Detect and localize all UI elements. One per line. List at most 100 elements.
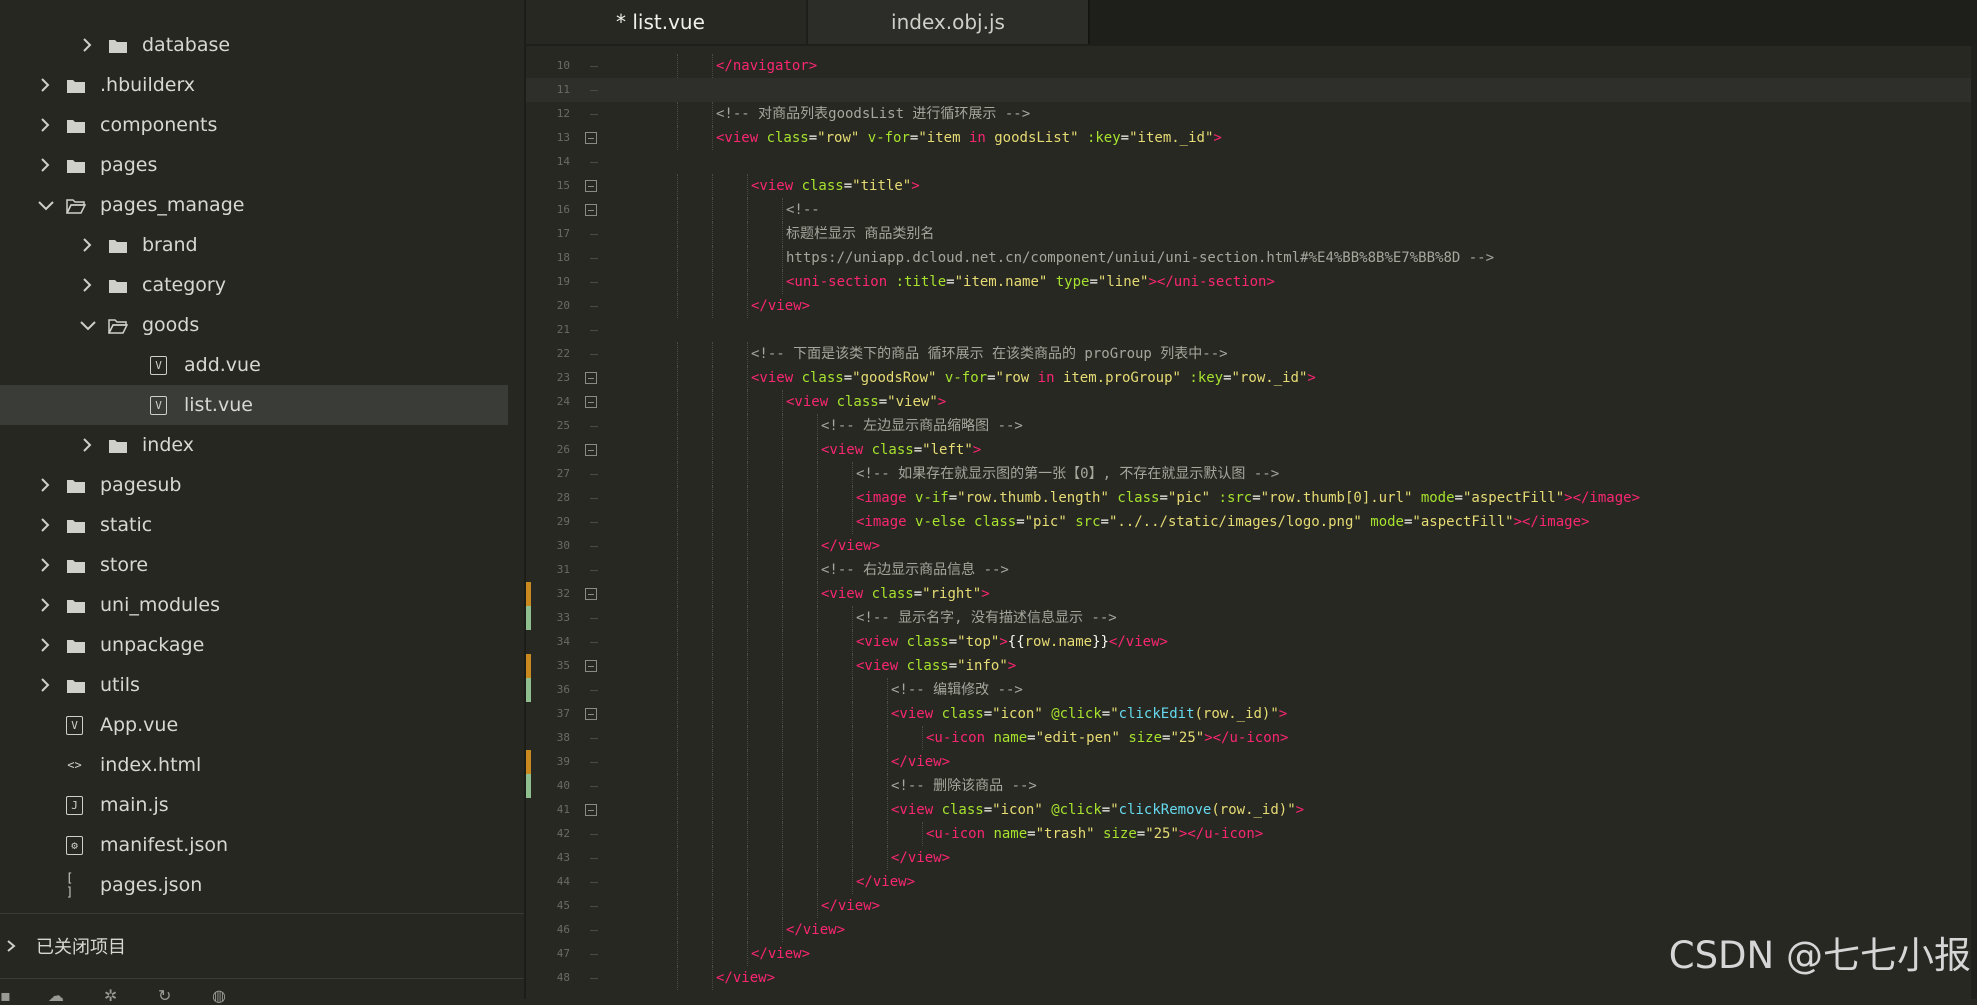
chevron-right-icon[interactable] [38,78,52,92]
tree-item[interactable]: [ ] pages.json [0,865,508,905]
code-line[interactable]: 31 <!-- 右边显示商品信息 --> [526,558,1977,582]
code-line[interactable]: 27 <!-- 如果存在就显示图的第一张【0】, 不存在就显示默认图 --> [526,462,1977,486]
code-line[interactable]: 43 </view> [526,846,1977,870]
tree-item[interactable]: uni_modules [0,585,508,625]
tree-item[interactable]: store [0,545,508,585]
code-line[interactable]: 29 <image v-else class="pic" src="../../s… [526,510,1977,534]
fold-toggle-icon[interactable] [585,204,597,216]
code-line[interactable]: 10 </navigator> [526,54,1977,78]
tree-item[interactable]: database [0,25,508,65]
chevron-right-icon[interactable] [38,478,52,492]
chevron-right-icon[interactable] [38,558,52,572]
tree-item[interactable]: .hbuilderx [0,65,508,105]
code-line[interactable]: 19 <uni-section :title="item.name" type="… [526,270,1977,294]
fold-toggle-icon[interactable] [585,660,597,672]
code-line[interactable]: 17 标题栏显示 商品类别名 [526,222,1977,246]
chevron-right-icon[interactable] [38,118,52,132]
closed-projects-row[interactable]: 已关闭项目 [0,928,126,964]
tree-item[interactable]: index [0,425,508,465]
chevron-down-icon[interactable] [38,198,54,212]
fold-toggle-icon[interactable] [585,132,597,144]
code-line[interactable]: 32 <view class="right"> [526,582,1977,606]
chevron-right-icon[interactable] [38,598,52,612]
cloud-icon[interactable]: ☁ [48,988,70,1004]
code-line[interactable]: 30 </view> [526,534,1977,558]
tree-item[interactable]: Vlist.vue [0,385,508,425]
tree-item[interactable]: brand [0,225,508,265]
code-line[interactable]: 12 <!-- 对商品列表goodsList 进行循环展示 --> [526,102,1977,126]
code-line[interactable]: 26 <view class="left"> [526,438,1977,462]
tab-index-obj-js[interactable]: index.obj.js [808,0,1090,44]
code-line[interactable]: 20 </view> [526,294,1977,318]
chevron-right-icon[interactable] [80,238,94,252]
chevron-right-icon[interactable] [38,518,52,532]
bug-icon[interactable]: ✲ [104,988,126,1004]
code-token: "row [995,370,1038,386]
code-line[interactable]: 38 <u-icon name="edit-pen" size="25"></u-… [526,726,1977,750]
tab-list-vue[interactable]: * list.vue [526,0,806,44]
code-line[interactable]: 11 [526,78,1977,102]
tree-item[interactable]: Jmain.js [0,785,508,825]
chevron-right-icon[interactable] [38,678,52,692]
code-token: type [1055,274,1090,290]
tree-item[interactable]: category [0,265,508,305]
tree-item[interactable]: unpackage [0,625,508,665]
tree-item[interactable]: pages [0,145,508,185]
fold-toggle-icon[interactable] [585,708,597,720]
code-line[interactable]: 34 <view class="top">{{row.name}}</view> [526,630,1977,654]
tree-item[interactable]: <> index.html [0,745,508,785]
chevron-right-icon[interactable] [38,638,52,652]
code-line[interactable]: 36 <!-- 编辑修改 --> [526,678,1977,702]
chevron-right-icon[interactable] [80,278,94,292]
code-line[interactable]: 15 <view class="title"> [526,174,1977,198]
indent-guide [712,294,713,318]
code-line[interactable]: 13 <view class="row" v-for="item in goods… [526,126,1977,150]
tree-item[interactable]: pages_manage [0,185,508,225]
fold-toggle-icon[interactable] [585,588,597,600]
code-line[interactable]: 42 <u-icon name="trash" size="25"></u-ico… [526,822,1977,846]
fold-toggle-icon[interactable] [585,180,597,192]
tree-item[interactable]: goods [0,305,508,345]
code-line[interactable]: 37 <view class="icon" @click="clickEdit(r… [526,702,1977,726]
code-line[interactable]: 22 <!-- 下面是该类下的商品 循环展示 在该类商品的 proGroup 列表… [526,342,1977,366]
tree-item[interactable]: Vadd.vue [0,345,508,385]
fold-toggle-icon[interactable] [585,804,597,816]
code-line[interactable]: 18 https://uniapp.dcloud.net.cn/component… [526,246,1977,270]
closed-projects-label: 已关闭项目 [36,937,126,958]
code-line[interactable]: 41 <view class="icon" @click="clickRemove… [526,798,1977,822]
tree-item[interactable]: pagesub [0,465,508,505]
chevron-down-icon[interactable] [80,318,96,332]
code-line[interactable]: 40 <!-- 删除该商品 --> [526,774,1977,798]
code-token: = [1101,706,1111,722]
code-line[interactable]: 21 [526,318,1977,342]
code-editor[interactable]: 10 </navigator> 11 12 <!-- 对商品列表goodsList 进行… [526,46,1977,999]
tree-item[interactable]: static [0,505,508,545]
code-line[interactable]: 39 </view> [526,750,1977,774]
code-line[interactable]: 23 <view class="goodsRow" v-for="row in i… [526,366,1977,390]
code-token: class [836,394,879,410]
code-line[interactable]: 24 <view class="view"> [526,390,1977,414]
code-line[interactable]: 45 </view> [526,894,1977,918]
panel-icon[interactable]: ▪ [0,988,22,1004]
code-line[interactable]: 35 <view class="info"> [526,654,1977,678]
code-line[interactable]: 28 <image v-if="row.thumb.length" class="… [526,486,1977,510]
code-line[interactable]: 16 <!-- [526,198,1977,222]
tree-item[interactable]: utils [0,665,508,705]
fold-toggle-icon[interactable] [585,396,597,408]
chevron-right-icon[interactable] [80,38,94,52]
code-line[interactable]: 44 </view> [526,870,1977,894]
chevron-right-icon[interactable] [38,158,52,172]
globe-icon[interactable]: ◍ [212,988,234,1004]
editor-scrollbar[interactable] [1971,46,1977,999]
tree-item[interactable]: ⚙ manifest.json [0,825,508,865]
refresh-icon[interactable]: ↻ [158,988,180,1004]
code-line[interactable]: 33 <!-- 显示名字, 没有描述信息显示 --> [526,606,1977,630]
code-line[interactable]: 14 [526,150,1977,174]
chevron-right-icon[interactable] [80,438,94,452]
fold-toggle-icon[interactable] [585,372,597,384]
code-line[interactable]: 25 <!-- 左边显示商品缩略图 --> [526,414,1977,438]
tree-item[interactable]: V App.vue [0,705,508,745]
fold-toggle-icon[interactable] [585,444,597,456]
tree-item-label: unpackage [100,634,205,656]
tree-item[interactable]: components [0,105,508,145]
